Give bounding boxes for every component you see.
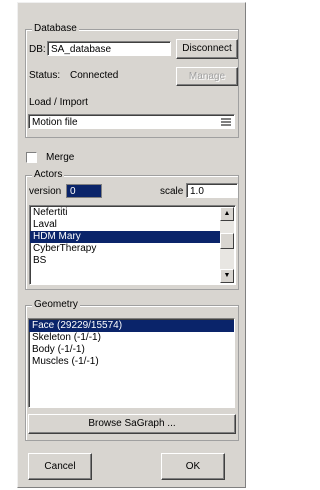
sagraph-dialog: Database DB: SA_database Disconnect Stat… [17, 2, 246, 488]
load-import-value: Motion file [32, 117, 78, 128]
database-group-title: Database [32, 23, 79, 35]
actor-item-selected[interactable]: HDM Mary [30, 231, 220, 243]
db-name-field[interactable]: SA_database [47, 41, 171, 56]
manage-button[interactable]: Manage [176, 67, 238, 86]
geometry-item[interactable]: Body (-1/-1) [29, 344, 234, 356]
dropdown-icon[interactable] [219, 116, 233, 127]
version-label: version [29, 186, 62, 197]
ok-button[interactable]: OK [161, 453, 225, 480]
actors-scrollbar[interactable]: ▲ ▼ [220, 207, 234, 283]
actors-group-title: Actors [32, 169, 65, 181]
scroll-down-icon[interactable]: ▼ [220, 269, 234, 283]
status-label: Status: [29, 70, 61, 81]
db-label: DB: [29, 44, 46, 55]
disconnect-button[interactable]: Disconnect [176, 39, 238, 59]
geometry-item-selected[interactable]: Face (29229/15574) [29, 320, 234, 332]
version-field[interactable]: 0 [66, 184, 102, 198]
cancel-button[interactable]: Cancel [28, 453, 92, 480]
actor-item[interactable]: CyberTherapy [30, 243, 235, 255]
scroll-up-icon[interactable]: ▲ [220, 207, 234, 221]
status-value: Connected [70, 70, 119, 81]
actor-item[interactable]: Laval [30, 219, 235, 231]
actors-list[interactable]: Nefertiti Laval HDM Mary CyberTherapy BS… [29, 205, 236, 285]
database-group: Database DB: SA_database Disconnect Stat… [25, 23, 239, 138]
geometry-list[interactable]: Face (29229/15574) Skeleton (-1/-1) Body… [28, 318, 235, 408]
merge-checkbox[interactable] [26, 152, 37, 163]
scale-label: scale [160, 186, 184, 197]
actor-item[interactable]: BS [30, 255, 235, 267]
scroll-thumb[interactable] [220, 233, 234, 249]
actors-group: Actors version 0 scale 1.0 Nefertiti Lav… [25, 169, 239, 290]
merge-label: Merge [46, 152, 75, 163]
browse-sagraph-button[interactable]: Browse SaGraph ... [28, 414, 236, 434]
geometry-group-title: Geometry [32, 299, 80, 311]
load-import-select[interactable]: Motion file [28, 114, 235, 129]
geometry-item[interactable]: Muscles (-1/-1) [29, 356, 234, 368]
scale-field[interactable]: 1.0 [186, 183, 238, 198]
geometry-item[interactable]: Skeleton (-1/-1) [29, 332, 234, 344]
actor-item[interactable]: Nefertiti [30, 207, 235, 219]
load-import-label: Load / Import [29, 97, 88, 108]
geometry-group: Geometry Face (29229/15574) Skeleton (-1… [25, 299, 239, 441]
